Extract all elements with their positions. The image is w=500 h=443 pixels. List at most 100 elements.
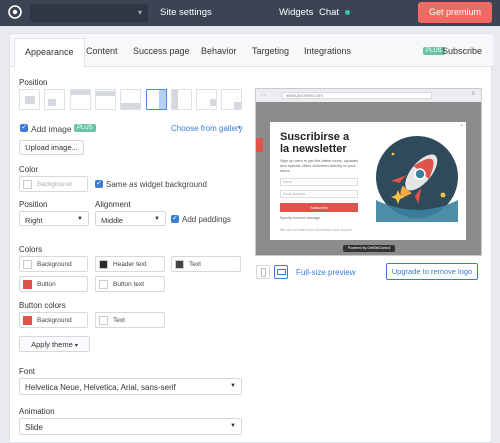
get-premium-button[interactable]: Get premium	[418, 2, 492, 23]
position-select-value: Right	[25, 216, 43, 225]
upgrade-remove-logo-button[interactable]: Upgrade to remove logo	[386, 263, 478, 280]
color-placeholder: Background	[37, 181, 72, 188]
chat-link[interactable]: Chat	[319, 7, 339, 18]
text-color-label: Text	[189, 261, 201, 268]
tab-integrations[interactable]: Integrations	[304, 46, 351, 56]
chevron-down-icon: ▾	[74, 343, 78, 349]
background-swatch	[23, 260, 32, 269]
animation-select[interactable]: Slide ▼	[19, 418, 242, 435]
add-image-plus-badge: PLUS	[74, 124, 96, 132]
layout-position-label: Position	[19, 200, 48, 209]
alignment-select-value: Middle	[101, 216, 124, 225]
add-paddings-label: Add paddings	[182, 215, 231, 224]
side-tab-marker	[256, 138, 263, 152]
color-label: Color	[19, 165, 39, 174]
browser-url: www.jscontes.com	[282, 92, 432, 99]
app-logo-icon[interactable]	[8, 5, 22, 19]
tab-subscribe[interactable]: Subscribe	[442, 46, 482, 56]
browser-nav-icon: ‹ ›	[261, 93, 266, 99]
position-option-9[interactable]	[221, 89, 242, 110]
position-option-5[interactable]	[120, 89, 141, 110]
animation-label: Animation	[19, 407, 55, 416]
position-option-4[interactable]	[95, 89, 116, 110]
alignment-select[interactable]: Middle ▼	[95, 211, 166, 226]
preview-description: Sign up here to get the latest news, upd…	[280, 158, 359, 173]
button-text-color-field-2[interactable]: Text	[95, 312, 165, 328]
chat-status-dot	[345, 10, 350, 15]
position-label: Position	[19, 78, 48, 87]
tab-success-page[interactable]: Success page	[133, 46, 190, 56]
animation-select-value: Slide	[25, 423, 43, 432]
tab-targeting[interactable]: Targeting	[252, 46, 289, 56]
add-image-checkbox[interactable]: ✓	[20, 124, 28, 132]
add-image-label: Add image	[31, 124, 72, 134]
apply-theme-button[interactable]: Apply theme ▾	[19, 336, 90, 352]
widgets-link[interactable]: Widgets	[279, 7, 313, 18]
text-color-field[interactable]: Text	[171, 256, 241, 272]
chevron-down-icon: ▼	[230, 383, 236, 389]
button-background-color-field[interactable]: Background	[19, 312, 88, 328]
chevron-down-icon: ▾	[137, 8, 142, 17]
same-as-background-checkbox[interactable]: ✓	[95, 180, 103, 188]
button-text-color-label: Button text	[113, 281, 145, 288]
button-color-label: Button	[37, 281, 56, 288]
tab-content[interactable]: Content	[86, 46, 118, 56]
add-paddings-checkbox[interactable]: ✓	[171, 215, 179, 223]
font-select-value: Helvetica Neue, Helvetica, Arial, sans-s…	[25, 383, 176, 392]
tab-behavior[interactable]: Behavior	[201, 46, 237, 56]
header-text-color-label: Header text	[113, 261, 147, 268]
site-selector[interactable]: ▾	[30, 4, 148, 22]
widget-preview: ‹ › www.jscontes.com ≡ × Suscribirse a l…	[255, 88, 482, 256]
font-label: Font	[19, 367, 36, 376]
full-size-preview-link[interactable]: Full-size preview	[296, 268, 356, 277]
alignment-label: Alignment	[95, 200, 131, 209]
preview-subscribe-button: Subscribe	[280, 203, 358, 212]
tab-bar: Appearance Content Success page Behavior…	[10, 34, 493, 68]
chevron-down-icon: ▼	[77, 216, 83, 222]
color-swatch	[23, 180, 32, 189]
font-select[interactable]: Helvetica Neue, Helvetica, Arial, sans-s…	[19, 378, 242, 395]
browser-menu-icon: ≡	[471, 91, 475, 97]
preview-name-field: Name	[280, 178, 358, 186]
button-swatch	[23, 280, 32, 289]
button-background-swatch	[23, 316, 32, 325]
same-as-background-label: Same as widget background	[106, 180, 207, 189]
chevron-down-icon: ▼	[154, 216, 160, 222]
button-color-field[interactable]: Button	[19, 276, 88, 292]
browser-bar: ‹ › www.jscontes.com ≡	[256, 89, 481, 102]
color-field[interactable]: Background	[19, 176, 88, 192]
position-option-7[interactable]	[171, 89, 192, 110]
site-settings-link[interactable]: Site settings	[160, 7, 212, 18]
button-text-swatch	[99, 280, 108, 289]
position-option-8[interactable]	[196, 89, 217, 110]
chevron-down-icon: ▼	[230, 423, 236, 429]
header-text-color-field[interactable]: Header text	[95, 256, 165, 272]
colors-label: Colors	[19, 245, 43, 254]
button-text-color-label-2: Text	[113, 317, 125, 324]
desktop-preview-icon[interactable]	[274, 265, 288, 279]
upload-image-button[interactable]: Upload image...	[19, 140, 84, 155]
preview-privacy: We will not share your information with …	[280, 228, 353, 232]
preview-consent: Specify consent message	[280, 216, 320, 220]
button-text-swatch-2	[99, 316, 108, 325]
position-option-6-selected[interactable]	[146, 89, 167, 110]
background-color-field[interactable]: Background	[19, 256, 88, 272]
tab-appearance[interactable]: Appearance	[14, 38, 85, 68]
rocket-illustration	[376, 136, 458, 222]
mobile-preview-icon[interactable]	[256, 265, 270, 279]
position-option-2[interactable]	[44, 89, 65, 110]
powered-by-badge: Powered by GetSiteControl	[343, 245, 395, 252]
preview-email-field: Email address	[280, 190, 358, 198]
top-bar: ▾ Site settings Widgets Chat Get premium	[0, 0, 500, 26]
position-option-1[interactable]	[19, 89, 40, 110]
button-background-color-label: Background	[37, 317, 72, 324]
text-swatch	[175, 260, 184, 269]
button-text-color-field[interactable]: Button text	[95, 276, 165, 292]
preview-popup: × Suscribirse a la newsletter Sign up he…	[270, 122, 466, 240]
position-select[interactable]: Right ▼	[19, 211, 89, 226]
position-option-3[interactable]	[70, 89, 91, 110]
chevron-down-icon: ▾	[238, 125, 242, 131]
choose-from-gallery-link[interactable]: Choose from gallery	[171, 124, 243, 133]
button-colors-label: Button colors	[19, 301, 66, 310]
preview-title: Suscribirse a la newsletter	[280, 131, 350, 155]
